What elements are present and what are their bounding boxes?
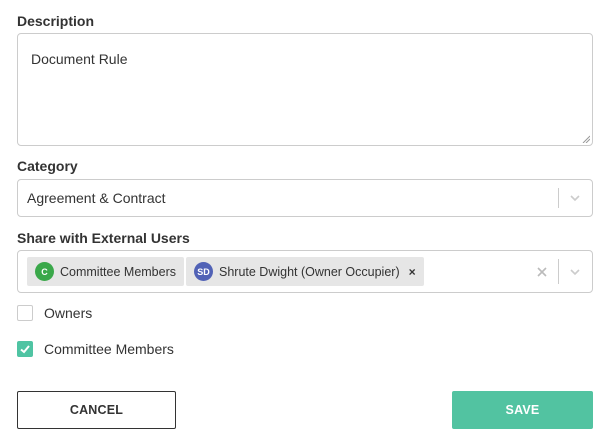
category-label: Category xyxy=(17,158,78,174)
resize-grip-icon[interactable] xyxy=(582,135,590,143)
chevron-down-icon[interactable] xyxy=(558,251,592,292)
share-label: Share with External Users xyxy=(17,230,190,246)
chevron-down-icon[interactable] xyxy=(558,180,592,216)
checkmark-icon xyxy=(20,345,30,354)
checkbox-row-owners[interactable]: Owners xyxy=(17,305,92,321)
cancel-button[interactable]: CANCEL xyxy=(17,391,176,429)
clear-icon[interactable] xyxy=(532,251,552,292)
category-selected-value: Agreement & Contract xyxy=(27,190,166,206)
chip-committee-members: C Committee Members xyxy=(27,257,184,286)
checkbox-label: Committee Members xyxy=(44,341,174,357)
save-button[interactable]: SAVE xyxy=(452,391,593,429)
checkbox-label: Owners xyxy=(44,305,93,321)
checkbox-row-committee[interactable]: Committee Members xyxy=(17,341,174,357)
owners-checkbox[interactable] xyxy=(17,305,33,321)
description-label: Description xyxy=(17,13,95,29)
committee-checkbox[interactable] xyxy=(17,341,33,357)
avatar: SD xyxy=(194,262,213,281)
chip-shrute-dwight: SD Shrute Dwight (Owner Occupier) × xyxy=(186,257,424,286)
chip-remove-icon[interactable]: × xyxy=(409,265,416,279)
description-textarea[interactable]: Document Rule xyxy=(17,33,593,146)
chip-label: Shrute Dwight (Owner Occupier) xyxy=(219,264,400,279)
chip-label: Committee Members xyxy=(60,264,176,279)
share-multiselect[interactable]: C Committee Members SD Shrute Dwight (Ow… xyxy=(17,250,593,293)
avatar: C xyxy=(35,262,54,281)
category-select[interactable]: Agreement & Contract xyxy=(17,179,593,217)
description-value: Document Rule xyxy=(31,51,128,67)
